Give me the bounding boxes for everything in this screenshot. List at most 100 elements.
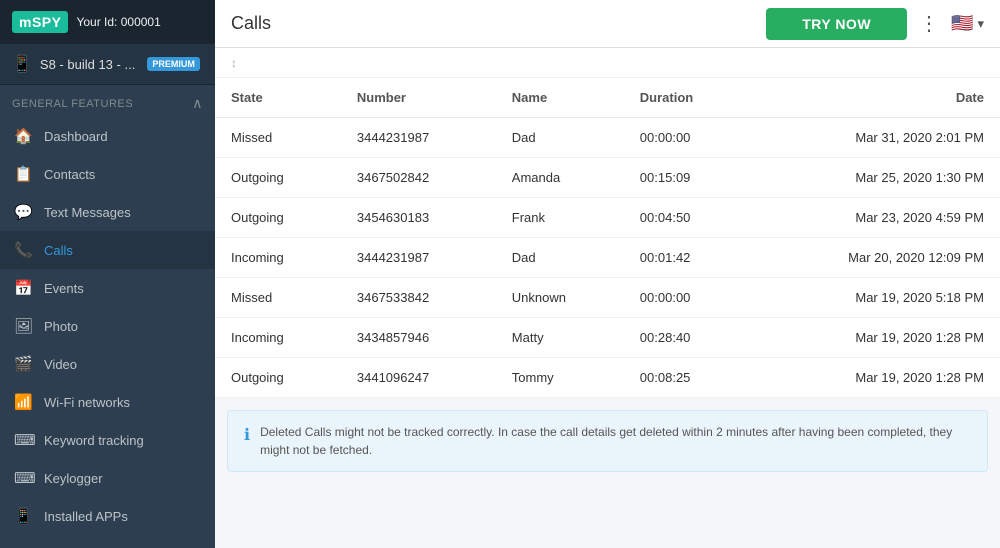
scroll-arrows-icon: ↕	[231, 56, 237, 70]
cell-date: Mar 20, 2020 12:09 PM	[751, 238, 1000, 278]
page-title: Calls	[231, 13, 754, 34]
events-icon: 📅	[14, 279, 32, 297]
sidebar-item-label: Keylogger	[44, 471, 103, 486]
cell-state: Incoming	[215, 318, 341, 358]
cell-state: Incoming	[215, 238, 341, 278]
cell-state: Outgoing	[215, 198, 341, 238]
sidebar-item-calls[interactable]: 📞 Calls	[0, 231, 215, 269]
cell-date: Mar 19, 2020 1:28 PM	[751, 318, 1000, 358]
cell-name: Dad	[496, 118, 624, 158]
table-row: Missed3444231987Dad00:00:00Mar 31, 2020 …	[215, 118, 1000, 158]
sidebar-item-label: Contacts	[44, 167, 95, 182]
sidebar-item-label: Video	[44, 357, 77, 372]
cell-name: Tommy	[496, 358, 624, 398]
chevron-down-icon: ▾	[977, 16, 984, 32]
cell-duration: 00:04:50	[624, 198, 751, 238]
messages-icon: 💬	[14, 203, 32, 221]
sidebar: mSPY Your Id: 000001 📱 S8 - build 13 - .…	[0, 0, 215, 548]
table-row: Incoming3444231987Dad00:01:42Mar 20, 202…	[215, 238, 1000, 278]
sidebar-header: mSPY Your Id: 000001	[0, 0, 215, 44]
table-row: Missed3467533842Unknown00:00:00Mar 19, 2…	[215, 278, 1000, 318]
sidebar-item-dashboard[interactable]: 🏠 Dashboard	[0, 117, 215, 155]
keyword-icon: ⌨	[14, 431, 32, 449]
sidebar-item-text-messages[interactable]: 💬 Text Messages	[0, 193, 215, 231]
cell-date: Mar 19, 2020 5:18 PM	[751, 278, 1000, 318]
cell-number: 3467502842	[341, 158, 496, 198]
contacts-icon: 📋	[14, 165, 32, 183]
more-options-button[interactable]: ⋮	[919, 14, 939, 34]
sidebar-item-events[interactable]: 📅 Events	[0, 269, 215, 307]
wifi-icon: 📶	[14, 393, 32, 411]
sidebar-item-photo[interactable]: 🖼 Photo	[0, 307, 215, 345]
sidebar-item-label: Photo	[44, 319, 78, 334]
try-now-button[interactable]: TRY NOW	[766, 8, 907, 40]
cell-state: Outgoing	[215, 158, 341, 198]
cell-name: Matty	[496, 318, 624, 358]
sidebar-item-keylogger[interactable]: ⌨ Keylogger	[0, 459, 215, 497]
cell-number: 3454630183	[341, 198, 496, 238]
sidebar-item-installed-apps[interactable]: 📱 Installed APPs	[0, 497, 215, 535]
premium-badge: PREMIUM	[147, 57, 200, 71]
cell-name: Unknown	[496, 278, 624, 318]
sidebar-item-contacts[interactable]: 📋 Contacts	[0, 155, 215, 193]
col-name: Name	[496, 78, 624, 118]
main-content: Calls TRY NOW ⋮ 🇺🇸 ▾ ↕ State Number Name…	[215, 0, 1000, 548]
sidebar-item-label: Dashboard	[44, 129, 108, 144]
cell-number: 3444231987	[341, 118, 496, 158]
android-icon: 📱	[12, 54, 32, 74]
topbar: Calls TRY NOW ⋮ 🇺🇸 ▾	[215, 0, 1000, 48]
cell-duration: 00:15:09	[624, 158, 751, 198]
cell-date: Mar 25, 2020 1:30 PM	[751, 158, 1000, 198]
cell-date: Mar 31, 2020 2:01 PM	[751, 118, 1000, 158]
info-box: ℹ Deleted Calls might not be tracked cor…	[227, 410, 988, 472]
scroll-hint: ↕	[215, 48, 1000, 78]
content-area: ↕ State Number Name Duration Date Missed…	[215, 48, 1000, 548]
table-row: Outgoing3454630183Frank00:04:50Mar 23, 2…	[215, 198, 1000, 238]
apps-icon: 📱	[14, 507, 32, 525]
cell-name: Frank	[496, 198, 624, 238]
cell-duration: 00:01:42	[624, 238, 751, 278]
cell-number: 3441096247	[341, 358, 496, 398]
sidebar-item-label: Events	[44, 281, 84, 296]
language-selector[interactable]: 🇺🇸 ▾	[951, 13, 984, 34]
sidebar-item-keyword-tracking[interactable]: ⌨ Keyword tracking	[0, 421, 215, 459]
table-row: Outgoing3467502842Amanda00:15:09Mar 25, …	[215, 158, 1000, 198]
cell-duration: 00:00:00	[624, 278, 751, 318]
info-text: Deleted Calls might not be tracked corre…	[260, 423, 971, 459]
cell-state: Missed	[215, 278, 341, 318]
calls-table: State Number Name Duration Date Missed34…	[215, 78, 1000, 398]
sidebar-item-label: Calls	[44, 243, 73, 258]
cell-state: Missed	[215, 118, 341, 158]
general-features-label: GENERAL FEATURES ∧	[0, 85, 215, 117]
user-id-label: Your Id: 000001	[76, 15, 160, 29]
mspy-logo: mSPY	[12, 11, 68, 33]
calls-table-container: ↕ State Number Name Duration Date Missed…	[215, 48, 1000, 398]
sidebar-item-wifi[interactable]: 📶 Wi-Fi networks	[0, 383, 215, 421]
cell-number: 3467533842	[341, 278, 496, 318]
col-duration: Duration	[624, 78, 751, 118]
sidebar-item-label: Text Messages	[44, 205, 131, 220]
cell-duration: 00:00:00	[624, 118, 751, 158]
sidebar-item-label: Installed APPs	[44, 509, 128, 524]
cell-name: Dad	[496, 238, 624, 278]
video-icon: 🎬	[14, 355, 32, 373]
cell-number: 3444231987	[341, 238, 496, 278]
info-icon: ℹ	[244, 424, 250, 459]
sidebar-item-label: Keyword tracking	[44, 433, 144, 448]
cell-duration: 00:08:25	[624, 358, 751, 398]
cell-duration: 00:28:40	[624, 318, 751, 358]
table-row: Incoming3434857946Matty00:28:40Mar 19, 2…	[215, 318, 1000, 358]
collapse-icon[interactable]: ∧	[192, 95, 203, 112]
cell-date: Mar 23, 2020 4:59 PM	[751, 198, 1000, 238]
sidebar-item-label: Wi-Fi networks	[44, 395, 130, 410]
cell-state: Outgoing	[215, 358, 341, 398]
cell-number: 3434857946	[341, 318, 496, 358]
calls-icon: 📞	[14, 241, 32, 259]
sidebar-item-video[interactable]: 🎬 Video	[0, 345, 215, 383]
cell-name: Amanda	[496, 158, 624, 198]
photo-icon: 🖼	[14, 317, 32, 335]
col-state: State	[215, 78, 341, 118]
device-row[interactable]: 📱 S8 - build 13 - ... PREMIUM	[0, 44, 215, 85]
col-number: Number	[341, 78, 496, 118]
col-date: Date	[751, 78, 1000, 118]
